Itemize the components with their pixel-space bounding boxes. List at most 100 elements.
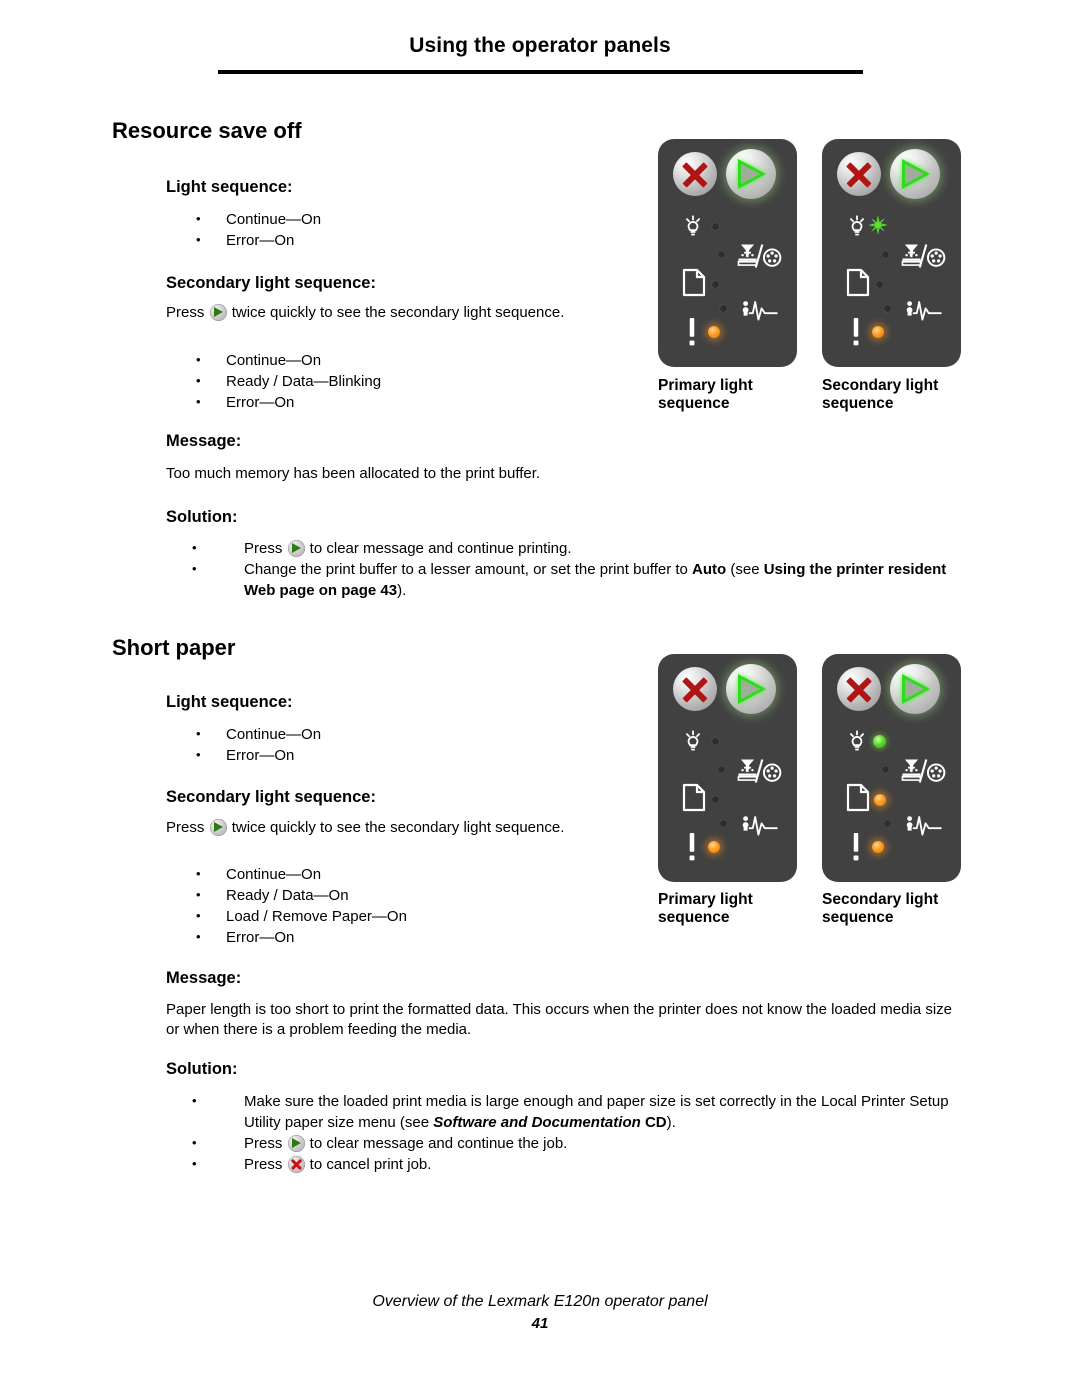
paper-jam-icon xyxy=(740,297,780,328)
message-block: Message: xyxy=(166,969,646,988)
secondary-panel-caption: Secondary light sequence xyxy=(822,891,939,926)
error-led xyxy=(707,840,720,853)
list-item: Make sure the loaded print media is larg… xyxy=(166,1090,966,1133)
solution-text: to clear message and continue the job. xyxy=(305,1135,568,1152)
toner-led xyxy=(882,766,889,773)
primary-light-panel xyxy=(658,654,797,882)
cancel-x-button-icon[interactable] xyxy=(287,1156,305,1173)
solution-block: Solution: xyxy=(166,1060,646,1079)
solution-text: Press xyxy=(244,1135,287,1152)
continue-triangle-button-icon[interactable] xyxy=(209,819,227,836)
page-title: Using the operator panels xyxy=(409,34,671,57)
continue-triangle-button[interactable] xyxy=(890,149,940,199)
error-led xyxy=(871,840,884,853)
continue-triangle-button[interactable] xyxy=(890,664,940,714)
toner-led xyxy=(718,766,725,773)
list-item: Load / Remove Paper—On xyxy=(166,905,646,927)
solution-text: Software and Documentation xyxy=(433,1114,641,1131)
light-sequence-list: Continue—On Error—On xyxy=(166,208,646,251)
list-item: Ready / Data—Blinking xyxy=(166,370,646,392)
cancel-x-button[interactable] xyxy=(837,667,881,711)
list-item: Continue—On xyxy=(166,863,646,885)
ready-led xyxy=(712,223,719,230)
paper-led xyxy=(712,796,719,803)
paper-jam-icon xyxy=(904,297,944,328)
light-sequence-block: Light sequence: xyxy=(166,693,646,712)
error-icon xyxy=(850,317,862,352)
light-sequence-list: Continue—On Error—On xyxy=(166,723,646,766)
press-instruction: twice quickly to see the secondary light… xyxy=(231,819,565,836)
primary-panel-caption: Primary light sequence xyxy=(658,377,753,412)
continue-triangle-button[interactable] xyxy=(726,149,776,199)
solution-text: ). xyxy=(397,582,407,599)
solution-block: Solution: xyxy=(166,508,646,527)
error-led xyxy=(871,325,884,338)
solution-list: Make sure the loaded print media is larg… xyxy=(166,1090,966,1175)
secondary-light-panel xyxy=(822,654,961,882)
jam-led xyxy=(720,305,727,312)
error-icon xyxy=(850,832,862,867)
header-divider xyxy=(218,70,863,74)
toner-low-icon xyxy=(900,242,946,275)
continue-triangle-button-icon[interactable] xyxy=(209,304,227,321)
secondary-sequence-block: Secondary light sequence: xyxy=(166,274,646,293)
error-icon xyxy=(686,832,698,867)
error-led xyxy=(707,325,720,338)
list-item: Error—On xyxy=(166,391,646,413)
list-item: Error—On xyxy=(166,229,646,251)
jam-led xyxy=(884,820,891,827)
page-footer: Overview of the Lexmark E120n operator p… xyxy=(0,1293,1080,1332)
secondary-sequence-list: Continue—On Ready / Data—Blinking Error—… xyxy=(166,349,646,413)
jam-led xyxy=(720,820,727,827)
message-text: Paper length is too short to print the f… xyxy=(166,1001,953,1038)
continue-triangle-button[interactable] xyxy=(726,664,776,714)
message-text-block: Too much memory has been allocated to th… xyxy=(166,464,966,484)
section-title: Short paper xyxy=(112,635,236,660)
continue-triangle-button-icon[interactable] xyxy=(287,540,305,557)
cancel-x-button[interactable] xyxy=(837,152,881,196)
solution-text: Press xyxy=(244,1156,287,1173)
ready-led xyxy=(873,735,886,748)
paper-jam-icon xyxy=(740,812,780,843)
primary-panel-caption: Primary light sequence xyxy=(658,891,753,926)
solution-text: CD xyxy=(640,1114,667,1131)
solution-text: to cancel print job. xyxy=(305,1156,432,1173)
light-sequence-heading: Light sequence: xyxy=(166,178,293,196)
solution-list: Press to clear message and continue prin… xyxy=(166,537,966,601)
paper-jam-icon xyxy=(904,812,944,843)
paper-icon xyxy=(846,783,870,817)
list-item: Press to cancel print job. xyxy=(166,1153,966,1175)
list-item: Continue—On xyxy=(166,208,646,230)
solution-text: to clear message and continue printing. xyxy=(305,540,572,557)
lamp-icon xyxy=(844,213,870,244)
paper-icon xyxy=(846,268,870,302)
solution-heading: Solution: xyxy=(166,1060,238,1078)
jam-led xyxy=(884,305,891,312)
list-item: Error—On xyxy=(166,744,646,766)
secondary-sequence-intro: Press twice quickly to see the secondary… xyxy=(166,303,646,323)
primary-light-panel xyxy=(658,139,797,367)
paper-led xyxy=(712,281,719,288)
secondary-sequence-intro: Press twice quickly to see the secondary… xyxy=(166,818,646,838)
solution-text: (see xyxy=(726,561,764,578)
solution-text: Auto xyxy=(692,561,727,578)
toner-low-icon xyxy=(900,757,946,790)
toner-led xyxy=(718,251,725,258)
message-heading: Message: xyxy=(166,969,242,987)
message-heading: Message: xyxy=(166,432,242,450)
solution-text: Change the print buffer to a lesser amou… xyxy=(244,561,693,578)
secondary-light-panel xyxy=(822,139,961,367)
secondary-sequence-heading: Secondary light sequence: xyxy=(166,788,376,806)
light-sequence-heading: Light sequence: xyxy=(166,693,293,711)
toner-led xyxy=(882,251,889,258)
continue-triangle-button-icon[interactable] xyxy=(287,1135,305,1152)
list-item: Error—On xyxy=(166,926,646,948)
paper-led xyxy=(873,793,886,806)
paper-icon xyxy=(682,268,706,302)
secondary-sequence-heading: Secondary light sequence: xyxy=(166,274,376,292)
cancel-x-button[interactable] xyxy=(673,152,717,196)
secondary-sequence-list: Continue—On Ready / Data—On Load / Remov… xyxy=(166,863,646,948)
solution-text: Press xyxy=(244,540,287,557)
message-block: Message: xyxy=(166,432,646,451)
cancel-x-button[interactable] xyxy=(673,667,717,711)
